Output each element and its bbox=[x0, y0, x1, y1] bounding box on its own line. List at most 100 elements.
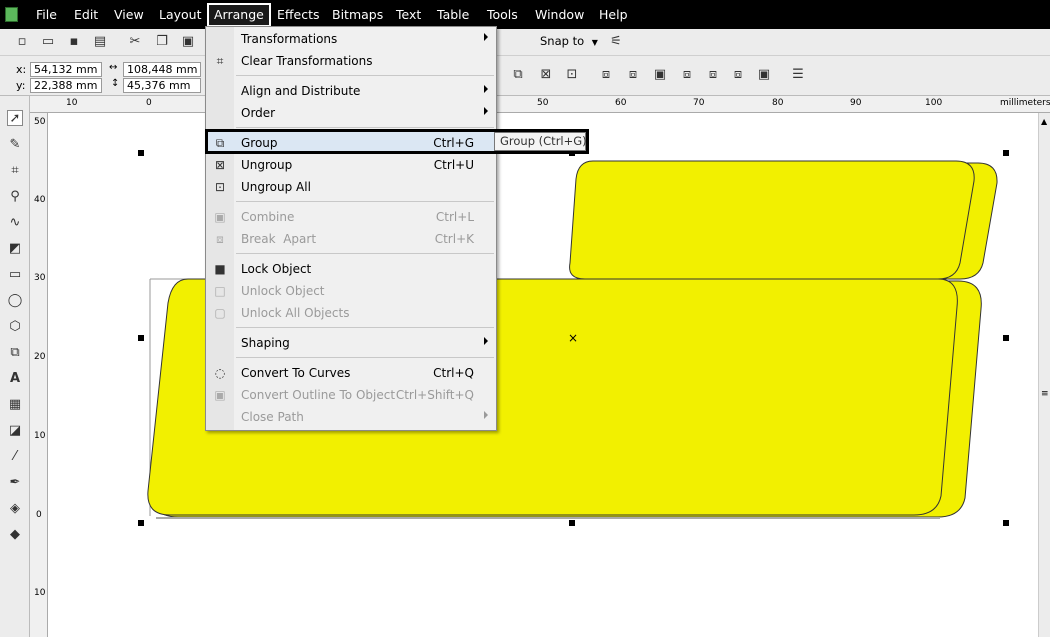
table-tool-icon[interactable]: ▦ bbox=[7, 397, 23, 413]
height-field[interactable]: 45,376 mm bbox=[123, 78, 201, 93]
selection-handle[interactable] bbox=[138, 335, 144, 341]
scroll-up-icon[interactable]: ▲ bbox=[1041, 117, 1047, 126]
smart-fill-icon[interactable]: ◩ bbox=[7, 241, 23, 257]
lock-icon: ■ bbox=[214, 262, 226, 276]
blend-tool-icon[interactable]: ◪ bbox=[7, 423, 23, 439]
text-tool-icon[interactable]: A bbox=[7, 371, 23, 387]
app-icon bbox=[5, 7, 18, 22]
menu-text[interactable]: Text bbox=[396, 7, 421, 22]
selection-handle[interactable] bbox=[1003, 150, 1009, 156]
menu-tools[interactable]: Tools bbox=[487, 7, 518, 22]
menu-item-ungroup[interactable]: ⊠ Ungroup Ctrl+U bbox=[206, 154, 496, 176]
copy-icon[interactable]: ❐ bbox=[154, 34, 170, 50]
canvas-drawing: × bbox=[147, 160, 998, 519]
snap-to-dropdown[interactable]: Snap to ▼ bbox=[540, 34, 598, 48]
x-label: x: bbox=[16, 63, 27, 76]
menu-item-close-path[interactable]: Close Path bbox=[206, 406, 496, 428]
yellow-shape-front-small[interactable] bbox=[569, 160, 975, 280]
paste-icon[interactable]: ▣ bbox=[180, 34, 196, 50]
menu-item-break-apart[interactable]: ⧈ Break Apart Ctrl+K bbox=[206, 228, 496, 250]
freehand-tool-icon[interactable]: ∿ bbox=[7, 215, 23, 231]
interactive-fill-icon[interactable]: ◆ bbox=[7, 527, 23, 543]
polygon-tool-icon[interactable]: ⬡ bbox=[7, 319, 23, 335]
cut-icon[interactable]: ✂ bbox=[127, 34, 143, 50]
menu-item-combine[interactable]: ▣ Combine Ctrl+L bbox=[206, 206, 496, 228]
menu-item-label: Shaping bbox=[241, 336, 290, 350]
menu-help[interactable]: Help bbox=[599, 7, 628, 22]
front-minus-back-icon[interactable]: ⧈ bbox=[705, 67, 721, 83]
menu-item-ungroup-all[interactable]: ⊡ Ungroup All bbox=[206, 176, 496, 198]
menu-item-shaping[interactable]: Shaping bbox=[206, 332, 496, 354]
weld-icon[interactable]: ⧈ bbox=[598, 67, 614, 83]
rectangle-tool-icon[interactable]: ▭ bbox=[7, 267, 23, 283]
eyedropper-icon[interactable]: ⁄ bbox=[7, 449, 23, 465]
menu-item-label: Ungroup All bbox=[241, 180, 311, 194]
ungroup-all-objects-icon[interactable]: ⊡ bbox=[564, 67, 580, 83]
zoom-tool-icon[interactable]: ⚲ bbox=[7, 189, 23, 205]
menu-file[interactable]: File bbox=[36, 7, 57, 22]
menu-layout[interactable]: Layout bbox=[159, 7, 202, 22]
drawing-canvas[interactable]: × bbox=[48, 113, 1038, 637]
menu-separator bbox=[236, 327, 494, 328]
options-icon[interactable]: ⚟ bbox=[608, 34, 624, 50]
menu-bitmaps[interactable]: Bitmaps bbox=[332, 7, 383, 22]
menu-item-label: Order bbox=[241, 106, 276, 120]
ruler-tick: 40 bbox=[34, 195, 46, 205]
clear-transform-icon: ⌗ bbox=[216, 54, 224, 68]
menu-arrange[interactable]: Arrange bbox=[206, 2, 272, 28]
menu-effects[interactable]: Effects bbox=[277, 7, 320, 22]
align-distribute-icon[interactable]: ☰ bbox=[790, 67, 806, 83]
open-icon[interactable]: ▭ bbox=[40, 34, 56, 50]
create-boundary-icon[interactable]: ▣ bbox=[756, 67, 772, 83]
menu-separator bbox=[236, 127, 494, 128]
menu-item-transformations[interactable]: Transformations bbox=[206, 28, 496, 50]
crop-tool-icon[interactable]: ⌗ bbox=[7, 163, 23, 179]
print-icon[interactable]: ▤ bbox=[92, 34, 108, 50]
y-position-field[interactable]: 22,388 mm bbox=[30, 78, 102, 93]
menu-view[interactable]: View bbox=[114, 7, 144, 22]
menu-item-shortcut: Ctrl+Shift+Q bbox=[395, 388, 474, 402]
ruler-tick: 80 bbox=[772, 98, 784, 108]
menu-item-unlock-object[interactable]: □ Unlock Object bbox=[206, 280, 496, 302]
back-minus-front-icon[interactable]: ⧈ bbox=[730, 67, 746, 83]
menu-item-order[interactable]: Order bbox=[206, 102, 496, 124]
scroll-grip-icon[interactable]: ≡ bbox=[1041, 389, 1049, 399]
ungroup-objects-icon[interactable]: ⊠ bbox=[538, 67, 554, 83]
group-objects-icon[interactable]: ⧉ bbox=[510, 67, 526, 83]
width-field[interactable]: 108,448 mm bbox=[123, 62, 201, 77]
menu-edit[interactable]: Edit bbox=[74, 7, 98, 22]
pick-tool-icon[interactable]: ➚ bbox=[7, 110, 23, 126]
menu-item-clear-transformations[interactable]: ⌗ Clear Transformations bbox=[206, 50, 496, 72]
ruler-unit: millimeters bbox=[1000, 98, 1050, 108]
selection-handle[interactable] bbox=[1003, 520, 1009, 526]
menu-item-convert-to-curves[interactable]: ◌ Convert To Curves Ctrl+Q bbox=[206, 362, 496, 384]
menu-item-align-distribute[interactable]: Align and Distribute bbox=[206, 80, 496, 102]
trim-icon[interactable]: ⧈ bbox=[625, 67, 641, 83]
ruler-tick: 50 bbox=[34, 117, 46, 127]
ellipse-tool-icon[interactable]: ◯ bbox=[7, 293, 23, 309]
toolbox: ➚ ✎ ⌗ ⚲ ∿ ◩ ▭ ◯ ⬡ ⧉ A ▦ ◪ ⁄ ✒ ◈ ◆ bbox=[0, 96, 30, 637]
menu-item-lock-object[interactable]: ■ Lock Object bbox=[206, 258, 496, 280]
simplify-icon[interactable]: ⧈ bbox=[679, 67, 695, 83]
menu-item-convert-outline[interactable]: ▣ Convert Outline To Object Ctrl+Shift+Q bbox=[206, 384, 496, 406]
menu-item-label: Break Apart bbox=[241, 232, 317, 246]
menu-item-shortcut: Ctrl+U bbox=[433, 158, 474, 172]
selection-handle[interactable] bbox=[138, 150, 144, 156]
shape-tool-icon[interactable]: ✎ bbox=[7, 137, 23, 153]
fill-tool-icon[interactable]: ◈ bbox=[7, 501, 23, 517]
x-position-field[interactable]: 54,132 mm bbox=[30, 62, 102, 77]
selection-handle[interactable] bbox=[569, 520, 575, 526]
selection-handle[interactable] bbox=[1003, 335, 1009, 341]
save-icon[interactable]: ▪ bbox=[66, 34, 82, 50]
chevron-down-icon: ▼ bbox=[591, 38, 598, 47]
selection-handle[interactable] bbox=[138, 520, 144, 526]
basic-shapes-icon[interactable]: ⧉ bbox=[7, 345, 23, 361]
ruler-tick: 100 bbox=[925, 98, 943, 108]
outline-pen-icon[interactable]: ✒ bbox=[7, 475, 23, 491]
menu-table[interactable]: Table bbox=[437, 7, 469, 22]
vertical-scrollbar[interactable]: ▲ ≡ bbox=[1038, 113, 1050, 637]
menu-item-unlock-all-objects[interactable]: ▢ Unlock All Objects bbox=[206, 302, 496, 324]
intersect-icon[interactable]: ▣ bbox=[652, 67, 668, 83]
new-document-icon[interactable]: ▫ bbox=[14, 34, 30, 50]
menu-window[interactable]: Window bbox=[535, 7, 584, 22]
